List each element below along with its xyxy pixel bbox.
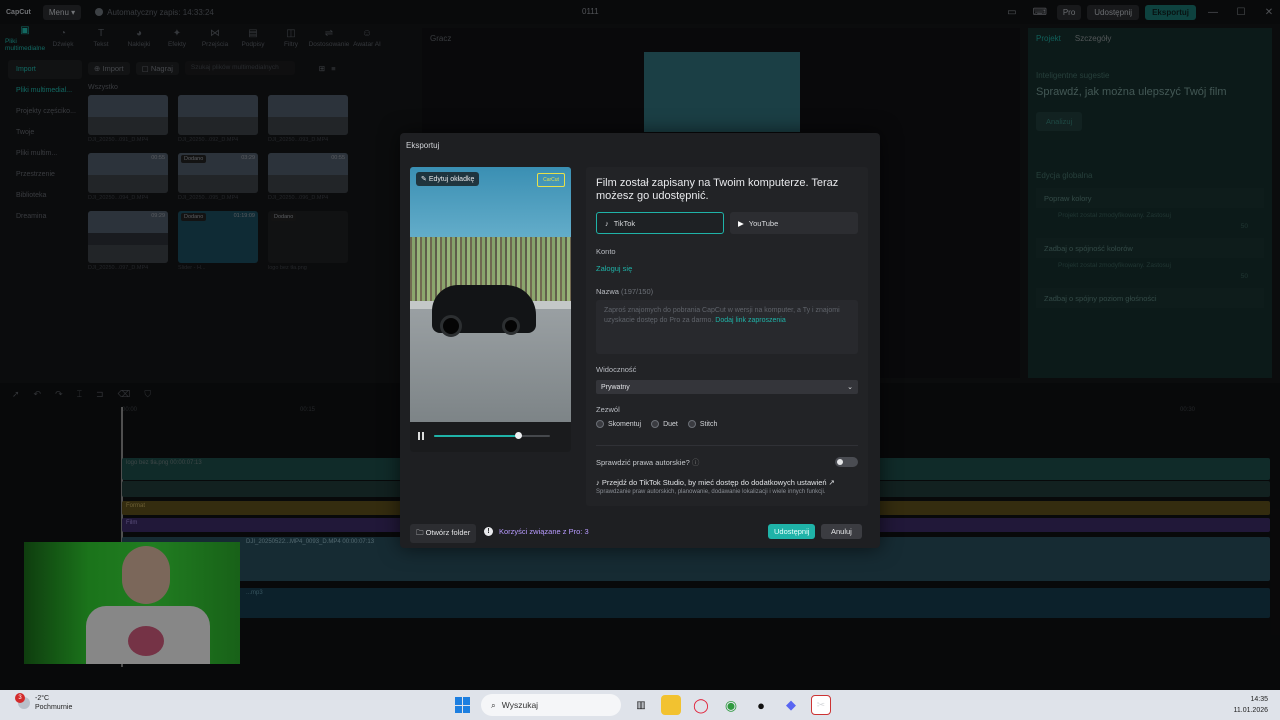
allow-duet-checkbox[interactable]: Duet: [651, 420, 678, 428]
system-clock[interactable]: 14:35 11.01.2026: [1233, 694, 1268, 716]
folder-icon: 🗀: [416, 528, 424, 537]
info-icon: !: [484, 527, 493, 536]
scrubber-fill: [434, 435, 518, 437]
copyright-check-label: Sprawdzić prawa autorskie? ⓘ: [596, 457, 699, 468]
capcut-taskbar-icon[interactable]: ✂: [811, 695, 831, 715]
cloud-icon: 3: [15, 693, 30, 709]
allow-options: Skomentuj Duet Stitch: [596, 420, 717, 428]
checkbox-label: Stitch: [699, 420, 718, 428]
visibility-label: Widoczność: [596, 365, 637, 374]
taskbar-apps: ⌕ Wyszukaj ▥ ◯ ◉ ● ◆ ✂: [455, 694, 831, 716]
share-submit-button[interactable]: Udostępnij: [768, 524, 816, 539]
checkbox-icon: [651, 420, 660, 428]
description-input[interactable]: Zaproś znajomych do pobrania CapCut w we…: [596, 300, 858, 354]
name-char-count: (197/150): [621, 287, 654, 296]
preview-controls: [410, 422, 571, 452]
tiktok-icon: ♪: [605, 218, 609, 228]
chevron-down-icon: ⌄: [847, 384, 853, 391]
account-label: Konto: [596, 247, 616, 256]
dialog-footer: 🗀 Otwórz folder ! Korzyści związane z Pro…: [400, 524, 880, 543]
youtube-label: YouTube: [748, 218, 779, 228]
file-explorer-icon[interactable]: [661, 695, 681, 715]
pro-benefits-link[interactable]: ! Korzyści związane z Pro: 3: [484, 527, 589, 536]
discord-icon[interactable]: ◆: [781, 695, 801, 715]
studio-text: Przejdź do TikTok Studio, by mieć dostęp…: [601, 478, 827, 487]
tiktok-label: TikTok: [613, 218, 636, 228]
opera-icon[interactable]: ◯: [691, 695, 711, 715]
invite-link[interactable]: Dodaj link zaproszenia: [715, 317, 785, 324]
search-label: Wyszukaj: [501, 700, 539, 710]
checkbox-icon: [596, 420, 604, 428]
clock-date: 11.01.2026: [1233, 707, 1268, 714]
allow-comment-checkbox[interactable]: Skomentuj: [596, 420, 641, 428]
open-folder-button[interactable]: 🗀 Otwórz folder: [410, 524, 477, 543]
login-link[interactable]: Zaloguj się: [596, 264, 632, 273]
checkbox-label: Duet: [663, 420, 678, 428]
external-link-icon: ↗: [828, 478, 835, 487]
windows-taskbar: 3 -2°C Pochmurnie ⌕ Wyszukaj ▥ ◯ ◉ ● ◆ ✂ 1…: [0, 690, 1280, 720]
taskbar-search[interactable]: ⌕ Wyszukaj: [481, 694, 621, 716]
github-icon[interactable]: ●: [751, 695, 771, 715]
copyright-text: Sprawdzić prawa autorskie?: [596, 458, 690, 467]
edit-cover-button[interactable]: ✎ Edytuj okładkę: [416, 172, 480, 186]
preview-scrubber[interactable]: [434, 432, 550, 439]
allow-label: Zezwól: [596, 405, 620, 414]
youtube-icon: ▶: [738, 218, 744, 228]
weather-widget[interactable]: 3 -2°C Pochmurnie: [15, 693, 73, 712]
checkbox-label: Skomentuj: [608, 420, 642, 428]
tiktok-studio-link[interactable]: ♪ Przejdź do TikTok Studio, by mieć dost…: [596, 478, 858, 487]
task-view-icon[interactable]: ▥: [631, 695, 651, 715]
tiktok-option[interactable]: ♪ TikTok: [596, 212, 724, 234]
windows-start-icon[interactable]: [455, 697, 471, 713]
export-dialog: Eksportuj CarCut ✎ Edytuj okładkę Film z…: [400, 133, 880, 548]
share-headline: Film został zapisany na Twoim komputerze…: [596, 177, 839, 202]
pro-benefits-text: Korzyści związane z Pro: 3: [499, 527, 589, 536]
allow-stitch-checkbox[interactable]: Stitch: [687, 420, 718, 428]
help-icon[interactable]: ⓘ: [692, 458, 700, 467]
pencil-icon: ✎: [421, 176, 427, 183]
name-label-text: Nazwa: [596, 287, 619, 296]
tiktok-icon: ♪: [596, 478, 600, 487]
search-icon: ⌕: [491, 699, 496, 710]
chrome-icon[interactable]: ◉: [721, 695, 741, 715]
video-preview: CarCut ✎ Edytuj okładkę: [410, 167, 571, 452]
divider: [596, 445, 858, 446]
youtube-option[interactable]: ▶ YouTube: [730, 212, 858, 234]
cancel-button[interactable]: Anuluj: [821, 524, 862, 539]
clock-time: 14:35: [1250, 696, 1268, 703]
capcut-window: CapCut Menu ▾ Automatyczny zapis: 14:33:…: [0, 0, 1280, 690]
visibility-value: Prywatny: [601, 383, 630, 391]
share-form: Film został zapisany na Twoim komputerze…: [586, 167, 868, 506]
temperature: -2°C: [35, 695, 50, 702]
weather-condition: Pochmurnie: [35, 704, 73, 711]
edit-cover-label: Edytuj okładkę: [428, 176, 475, 183]
pause-icon[interactable]: [418, 432, 424, 440]
checkbox-icon: [687, 420, 696, 428]
toggle-knob: [837, 459, 843, 465]
scrubber-handle[interactable]: [514, 432, 522, 439]
visibility-select[interactable]: Prywatny ⌄: [596, 380, 858, 394]
notification-badge: 3: [15, 693, 25, 703]
dialog-title: Eksportuj: [406, 141, 440, 150]
studio-subtext: Sprawdzanie praw autorskich, planowanie,…: [596, 489, 826, 495]
watermark-logo: CarCut: [537, 173, 565, 187]
name-label: Nazwa (197/150): [596, 287, 653, 296]
open-folder-label: Otwórz folder: [425, 528, 471, 537]
